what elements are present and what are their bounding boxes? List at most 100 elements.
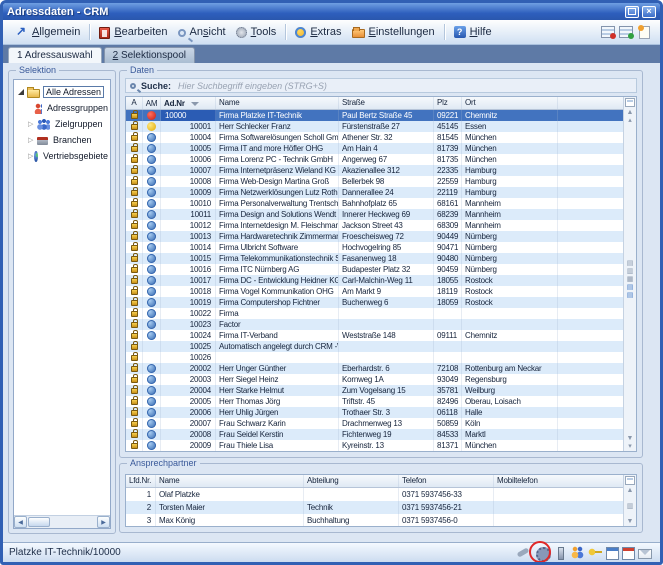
layout-rows-icon[interactable]: ▤ — [627, 292, 634, 300]
contacts-grid-header[interactable]: Lfd.Nr. Name Abteilung Telefon Mobiltele… — [126, 475, 623, 488]
scroll-bottom-icon[interactable]: ▾ — [628, 443, 632, 451]
table-row[interactable]: 10024Firma IT-VerbandWeststraße 14809111… — [126, 330, 623, 341]
grid-side-rail[interactable]: ▲ ▴ ▤ ▥ ▦ ▤ ▤ ▼ ▾ — [623, 97, 636, 451]
column-header-name[interactable]: Name — [216, 97, 339, 109]
scroll-up-icon[interactable]: ▲ — [627, 487, 634, 495]
menu-item-tools[interactable]: Tools — [231, 24, 282, 40]
table-row[interactable]: 20006Herr Uhlig JürgenTrothaer Str. 3061… — [126, 407, 623, 418]
scroll-down-icon[interactable]: ▼ — [627, 518, 634, 526]
tree-horizontal-scrollbar[interactable] — [14, 515, 110, 528]
menu-item-bearbeiten[interactable]: Bearbeiten — [94, 24, 172, 41]
menu-item-hilfe[interactable]: Hilfe — [449, 24, 497, 40]
filter-icon[interactable]: ▦ — [627, 276, 634, 284]
table-row[interactable]: 20009Frau Thiele LisaKyreinstr. 1381371M… — [126, 440, 623, 451]
tree-item-branchen[interactable]: Branchen — [14, 132, 110, 148]
table-row[interactable]: 10019Firma Computershop FichtnerBuchenwe… — [126, 297, 623, 308]
table-row[interactable]: 10008Firma Web-Design Martina GroßBeller… — [126, 176, 623, 187]
column-header-ort[interactable]: Ort — [462, 97, 558, 109]
tree-item-alle-adressen[interactable]: Alle Adressen — [14, 84, 110, 100]
search-input[interactable] — [176, 80, 633, 92]
levels-icon[interactable] — [552, 546, 567, 559]
envelope-icon[interactable] — [638, 549, 652, 559]
scroll-left-button[interactable] — [14, 516, 27, 528]
new-note-icon[interactable] — [639, 26, 650, 39]
tree-item-zielgruppen[interactable]: Zielgruppen — [14, 116, 110, 132]
column-header-lfdnr[interactable]: Lfd.Nr. — [126, 475, 156, 487]
table-row[interactable]: 10016Firma ITC Nürnberg AGBudapester Pla… — [126, 264, 623, 275]
scroll-down-icon[interactable]: ▼ — [627, 435, 634, 443]
tab-adressauswahl[interactable]: 1 Adressauswahl — [8, 47, 102, 64]
contacts-side-rail[interactable]: ▲ ▥ ▼ — [623, 475, 636, 526]
table-row[interactable]: 20002Herr Unger GüntherEberhardstr. 6721… — [126, 363, 623, 374]
table-row[interactable]: 10001Herr Schlecker FranzFürstenstraße 2… — [126, 121, 623, 132]
expander-closed-icon[interactable] — [28, 152, 33, 160]
layout-rows-icon[interactable]: ▤ — [627, 284, 634, 292]
table-row[interactable]: 10015Firma Telekommunikationstechnik Sei… — [126, 253, 623, 264]
column-header-plz[interactable]: Plz — [434, 97, 462, 109]
users-icon[interactable] — [570, 546, 585, 559]
column-header-a[interactable]: A — [126, 97, 143, 109]
table-row[interactable]: 10013Firma Hardwaretechnik Zimmerman OHG… — [126, 231, 623, 242]
menu-item-allgemein[interactable]: Allgemein — [9, 24, 85, 41]
table-row[interactable]: 10006Firma Lorenz PC - Technik GmbHAnger… — [126, 154, 623, 165]
scrollbar-thumb[interactable] — [28, 517, 50, 527]
table-row[interactable]: 10011Firma Design and Solutions Wendt Gm… — [126, 209, 623, 220]
tree-item-vertriebsgebiete[interactable]: Vertriebsgebiete — [14, 148, 110, 164]
table-row[interactable]: 10025Automatisch angelegt durch CRM -Wie… — [126, 341, 623, 352]
scroll-up-icon[interactable]: ▲ — [627, 109, 634, 117]
contact-row[interactable]: 3Max KönigBuchhaltung0371 5937456-0 — [126, 514, 623, 526]
table-row[interactable]: 20004Herr Starke HelmutZum Vogelsang 153… — [126, 385, 623, 396]
column-header-adnr[interactable]: Ad.Nr — [161, 97, 216, 109]
table-row[interactable]: 20003Herr Siegel HeinzKornweg 1A93049Reg… — [126, 374, 623, 385]
column-header-mobiltelefon[interactable]: Mobiltelefon — [494, 475, 623, 487]
search-bar[interactable]: Suche: — [125, 78, 637, 93]
maximize-button[interactable] — [625, 6, 639, 18]
table-row[interactable]: 10018Firma Vogel Kommunikation OHGAm Mar… — [126, 286, 623, 297]
table-export-icon[interactable] — [601, 26, 615, 38]
table-row[interactable]: 10012Firma Internetdesign M. Fleischmann… — [126, 220, 623, 231]
table-add-icon[interactable] — [619, 26, 633, 38]
table-row[interactable]: 10004Firma Softwarelösungen Scholl GmbHA… — [126, 132, 623, 143]
table-row[interactable]: 10010Firma Personalverwaltung Trentsch G… — [126, 198, 623, 209]
table-row[interactable]: 10017Firma DC - Entwicklung Heidner KGCa… — [126, 275, 623, 286]
scroll-right-button[interactable] — [97, 516, 110, 528]
table-row[interactable]: 10014Firma Ulbricht SoftwareHochvogelrin… — [126, 242, 623, 253]
expander-closed-icon[interactable] — [28, 136, 36, 144]
expander-open-icon[interactable] — [18, 89, 24, 95]
view-list-icon[interactable]: ▤ — [627, 260, 634, 268]
gear-icon[interactable] — [534, 547, 549, 560]
table-row[interactable]: 10005Firma IT and more Höfler OHGAm Hain… — [126, 143, 623, 154]
column-chooser-icon[interactable] — [625, 98, 635, 107]
column-chooser-icon[interactable] — [625, 476, 635, 485]
table-row[interactable]: 20007Frau Schwarz KarinDrachmenweg 13508… — [126, 418, 623, 429]
table-row[interactable]: 20008Frau Seidel KerstinFichtenweg 19845… — [126, 429, 623, 440]
table-row[interactable]: 10000Firma Platzke IT-TechnikPaul Bertz … — [126, 110, 623, 121]
table-row[interactable]: 10023Factor — [126, 319, 623, 330]
expander-closed-icon[interactable] — [28, 120, 36, 128]
tree-item-adressgruppen[interactable]: Adressgruppen — [14, 100, 110, 116]
table-row[interactable]: 10026 — [126, 352, 623, 363]
sort-filter-icon[interactable] — [191, 102, 199, 106]
tab-selektionspool[interactable]: 2 Selektionspool — [104, 47, 195, 63]
table-row[interactable]: 20005Herr Thomas JörgTriftstr. 4582496Ob… — [126, 396, 623, 407]
menu-item-ansicht[interactable]: Ansicht — [173, 24, 231, 40]
scroll-marker-icon[interactable]: ▴ — [628, 117, 632, 125]
calendar-icon[interactable] — [622, 547, 635, 560]
column-header-strasse[interactable]: Straße — [339, 97, 434, 109]
column-header-am[interactable]: AM — [143, 97, 161, 109]
address-grid-header[interactable]: A AM Ad.Nr Name Straße Plz Ort — [126, 97, 623, 110]
view-list-icon[interactable]: ▥ — [627, 503, 634, 511]
key-icon[interactable] — [588, 546, 603, 559]
menu-item-einstellungen[interactable]: Einstellungen — [347, 24, 440, 40]
column-header-telefon[interactable]: Telefon — [399, 475, 494, 487]
title-bar[interactable]: Adressdaten - CRM — [3, 3, 660, 20]
menu-item-extras[interactable]: Extras — [290, 24, 346, 40]
table-row[interactable]: 10007Firma Internetpräsenz Wieland KGAka… — [126, 165, 623, 176]
window-icon[interactable] — [606, 547, 619, 560]
contact-row[interactable]: 2Torsten MaierTechnik0371 5937456-21 — [126, 501, 623, 514]
table-row[interactable]: 10009Firma Netzwerklösungen Lutz RothDan… — [126, 187, 623, 198]
handset-icon[interactable] — [516, 546, 531, 559]
column-header-abteilung[interactable]: Abteilung — [304, 475, 399, 487]
find-icon[interactable]: ▥ — [627, 268, 634, 276]
column-header-contact-name[interactable]: Name — [156, 475, 304, 487]
